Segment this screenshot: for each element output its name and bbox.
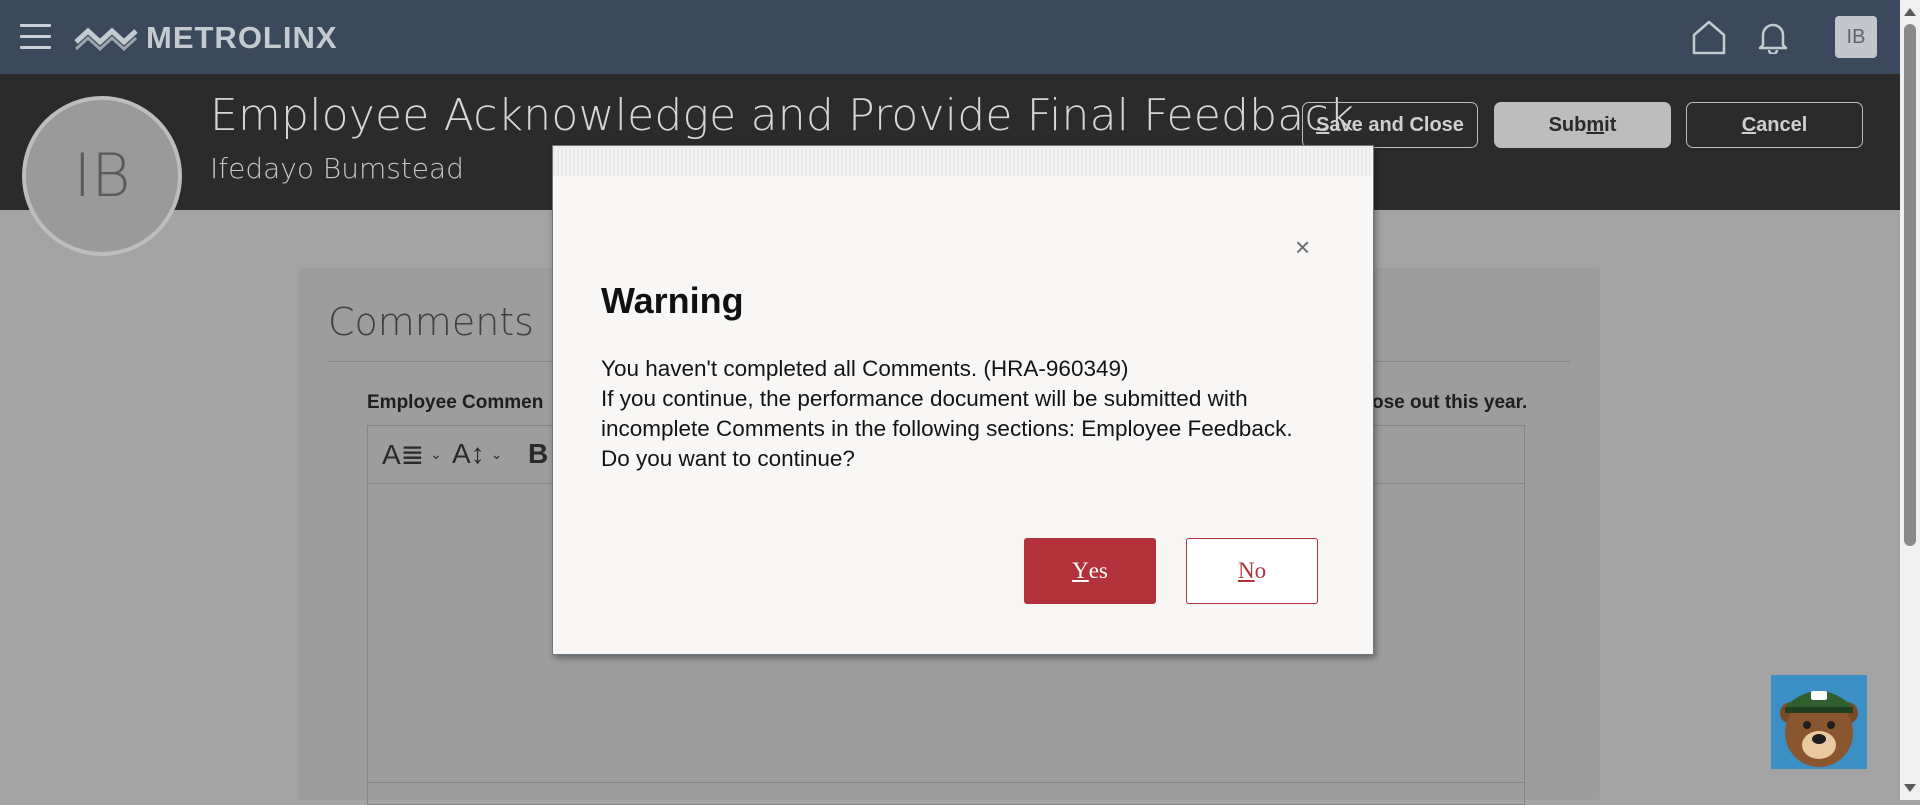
top-bar: METROLINX IB — [0, 0, 1900, 74]
employee-comment-label-tail: ose out this year. — [1372, 392, 1528, 413]
dialog-title: Warning — [601, 280, 744, 321]
dialog-message-line1: You haven't completed all Comments. (HRA… — [601, 356, 1129, 381]
no-rest: o — [1254, 558, 1267, 583]
cancel-button[interactable]: Cancel — [1686, 102, 1863, 148]
logo-text: METROLINX — [146, 20, 338, 55]
home-icon[interactable] — [1690, 18, 1728, 56]
cancel-accesskey: C — [1741, 113, 1757, 136]
text-format-icon: A≣ — [382, 439, 425, 470]
chevron-down-icon: ⌄ — [430, 446, 442, 462]
bold-button[interactable]: B — [528, 438, 548, 470]
cancel-rest: ancel — [1756, 113, 1808, 136]
chevron-down-icon: ⌄ — [490, 445, 503, 462]
bell-icon[interactable] — [1757, 20, 1789, 56]
warning-dialog: × Warning You haven't completed all Comm… — [552, 145, 1374, 655]
dialog-title-strip[interactable] — [553, 146, 1373, 176]
submit-accesskey: m — [1586, 113, 1605, 136]
scroll-thumb[interactable] — [1904, 24, 1916, 546]
metrolinx-logo[interactable]: METROLINX — [74, 18, 338, 58]
chat-assistant-bear-icon[interactable] — [1771, 675, 1867, 769]
metrolinx-logo-icon — [74, 27, 138, 51]
scroll-up-icon[interactable] — [1904, 8, 1916, 16]
submit-pre: Sub — [1548, 113, 1587, 136]
close-icon[interactable]: × — [1295, 234, 1310, 260]
submit-rest: it — [1604, 113, 1617, 136]
dialog-message: You haven't completed all Comments. (HRA… — [601, 354, 1321, 474]
page-scrollbar[interactable] — [1900, 0, 1920, 800]
menu-icon[interactable] — [20, 24, 51, 50]
user-avatar-button[interactable]: IB — [1835, 16, 1877, 58]
save-and-close-button[interactable]: Save and Close — [1302, 102, 1478, 148]
no-button[interactable]: No — [1186, 538, 1318, 604]
no-accesskey: N — [1237, 558, 1255, 583]
employee-avatar: IB — [22, 96, 182, 256]
bold-icon: B — [528, 438, 549, 469]
page-title: Employee Acknowledge and Provide Final F… — [210, 90, 1355, 141]
font-size-dropdown[interactable]: A↕ ⌄ — [452, 438, 502, 470]
employee-name: Ifedayo Bumstead — [210, 152, 464, 185]
yes-button[interactable]: Yes — [1024, 538, 1156, 604]
employee-comment-label: Employee Commen — [367, 392, 544, 413]
scroll-down-icon[interactable] — [1904, 784, 1916, 792]
dialog-message-line2: If you continue, the performance documen… — [601, 386, 1293, 471]
yes-accesskey: Y — [1072, 558, 1089, 583]
yes-rest: es — [1088, 558, 1108, 583]
editor-footer-divider — [367, 782, 1525, 783]
section-title: Comments — [328, 300, 534, 344]
font-size-icon: A↕ — [452, 438, 485, 469]
save-close-rest: ave and Close — [1329, 113, 1464, 136]
text-format-dropdown[interactable]: A≣ ⌄ — [382, 438, 442, 471]
save-close-accesskey: S — [1316, 113, 1330, 136]
submit-button[interactable]: Sub m it — [1494, 102, 1671, 148]
